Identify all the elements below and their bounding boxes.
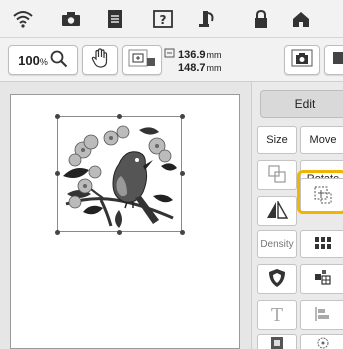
- zoom-icon: [50, 50, 68, 71]
- edit-toolbar: 100% 136.9 mm 148.7 mm: [0, 38, 343, 82]
- help-icon[interactable]: ?: [152, 8, 174, 30]
- height-value: 148.7: [178, 62, 206, 74]
- svg-text:?: ?: [160, 13, 167, 27]
- pan-button[interactable]: [82, 45, 118, 75]
- size-icon: [164, 48, 175, 62]
- group-icon: [268, 164, 286, 186]
- resize-handle-left[interactable]: [55, 171, 60, 176]
- camera-icon[interactable]: [60, 8, 82, 30]
- lock-icon[interactable]: [250, 8, 272, 30]
- width-unit: mm: [206, 50, 222, 60]
- density-button[interactable]: Density: [257, 230, 297, 258]
- camera-scan-icon: [291, 49, 313, 72]
- edit-tab[interactable]: Edit: [260, 90, 343, 118]
- align-icon: [314, 306, 332, 325]
- outline-button[interactable]: [300, 334, 343, 349]
- resize-handle-top-left[interactable]: [55, 114, 60, 119]
- resize-handle-bottom-left[interactable]: [55, 230, 60, 235]
- shield-icon: [268, 268, 286, 291]
- array-icon: [314, 236, 332, 253]
- resize-handle-right[interactable]: [180, 171, 185, 176]
- zoom-button[interactable]: 100%: [8, 45, 78, 75]
- text-icon: T: [270, 304, 283, 326]
- height-unit: mm: [206, 63, 222, 73]
- height-readout: 148.7 mm: [178, 62, 222, 75]
- status-bar: ?: [0, 0, 343, 38]
- stipple-button[interactable]: [257, 334, 297, 349]
- array-button[interactable]: [300, 230, 343, 258]
- flower-outline-icon: [315, 335, 331, 349]
- camera-scan-button[interactable]: [284, 45, 320, 75]
- bird-embroidery-design[interactable]: [61, 120, 178, 228]
- thread-icon[interactable]: [196, 8, 218, 30]
- hand-icon: [91, 47, 109, 73]
- align-button[interactable]: [300, 300, 343, 330]
- zoom-value: 100%: [18, 52, 48, 68]
- color-sort-button[interactable]: [300, 264, 343, 294]
- home-icon[interactable]: [290, 8, 312, 30]
- resize-handle-top[interactable]: [117, 114, 122, 119]
- size-button[interactable]: Size: [257, 126, 297, 154]
- document-icon[interactable]: [104, 8, 126, 30]
- mirror-button[interactable]: [257, 196, 297, 226]
- width-readout: 136.9 mm: [164, 48, 222, 62]
- grid-icon: [314, 269, 332, 290]
- resize-handle-top-right[interactable]: [180, 114, 185, 119]
- edit-panel: Edit Size Move Rotate Density T: [251, 82, 343, 349]
- highlight-frame: [297, 170, 343, 214]
- frame-icon: [127, 48, 157, 73]
- stipple-icon: [270, 336, 284, 349]
- camera-view-button[interactable]: [324, 45, 343, 75]
- embroidery-frame-button[interactable]: [122, 45, 162, 75]
- applique-button[interactable]: [257, 264, 297, 294]
- design-dimensions: 136.9 mm 148.7 mm: [164, 48, 222, 75]
- mirror-icon: [266, 198, 289, 222]
- group-button[interactable]: [257, 160, 297, 190]
- width-value: 136.9: [178, 49, 206, 61]
- text-button[interactable]: T: [257, 300, 297, 330]
- wifi-icon[interactable]: [12, 8, 34, 30]
- camera-view-icon: [332, 49, 343, 72]
- resize-handle-bottom-right[interactable]: [180, 230, 185, 235]
- resize-handle-bottom[interactable]: [117, 230, 122, 235]
- move-button[interactable]: Move: [300, 126, 343, 154]
